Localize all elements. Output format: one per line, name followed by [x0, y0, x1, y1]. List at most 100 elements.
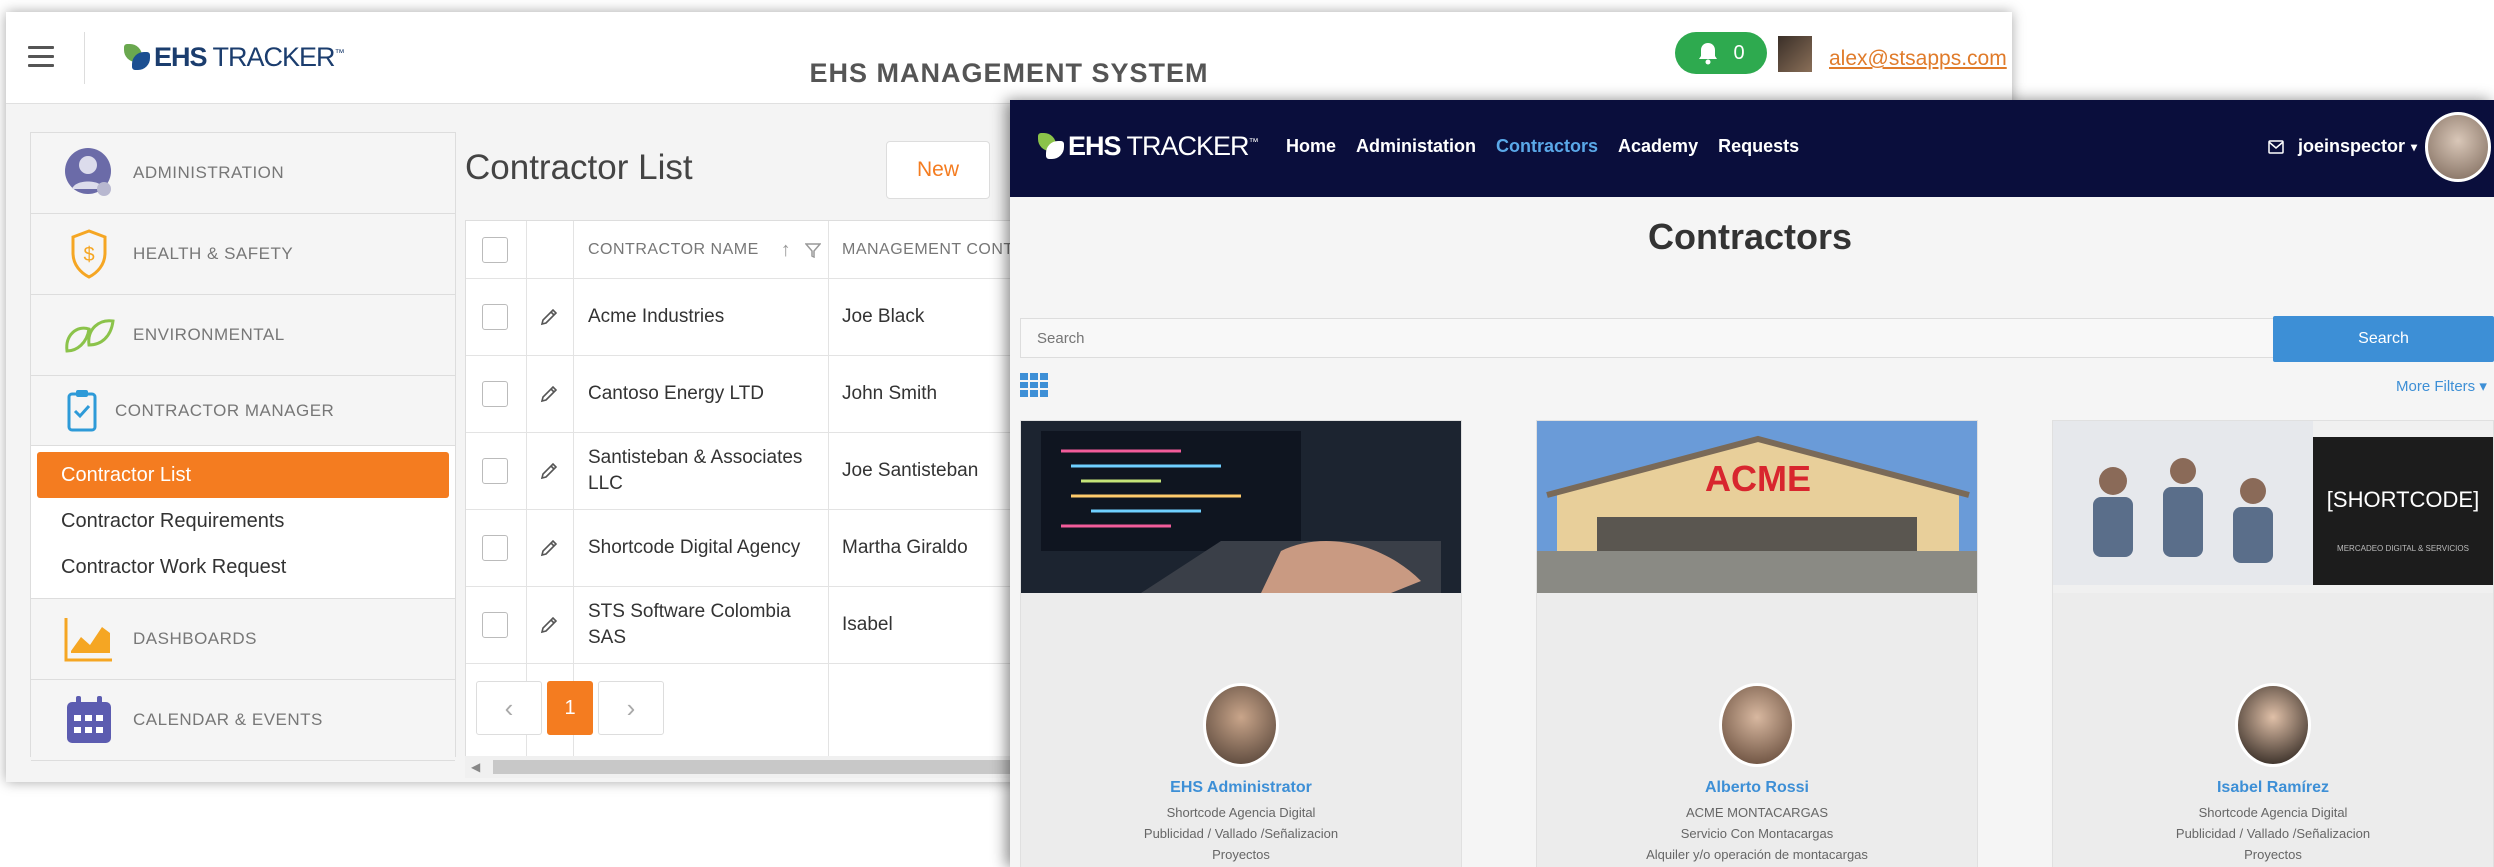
- sidebar-section-environmental[interactable]: ENVIRONMENTAL: [31, 295, 455, 376]
- next-page-button[interactable]: ›: [598, 681, 664, 735]
- nav-contractors[interactable]: Contractors: [1496, 136, 1598, 157]
- logo-tm: ™: [1248, 137, 1259, 148]
- card-banner-image: [SHORTCODE] MERCADEO DIGITAL & SERVICIOS: [2053, 421, 2493, 593]
- edit-pencil-icon[interactable]: [539, 279, 559, 355]
- contractor-name-cell: Acme Industries: [588, 279, 808, 355]
- sidebar-section-label: CALENDAR & EVENTS: [133, 710, 323, 729]
- card-banner-image: ACME: [1537, 421, 1977, 593]
- management-contact-cell: John Smith: [842, 356, 937, 432]
- contractor-card-line: Proyectos: [2244, 847, 2302, 862]
- select-all-cell: [482, 221, 508, 278]
- sort-ascending-icon[interactable]: ↑: [781, 237, 792, 263]
- sidebar-section-administration[interactable]: ADMINISTRATION: [31, 133, 455, 214]
- row-checkbox[interactable]: [482, 612, 508, 638]
- management-contact: Martha Giraldo: [842, 537, 968, 558]
- sidebar-item-contractor-requirements[interactable]: Contractor Requirements: [37, 498, 449, 544]
- row-checkbox[interactable]: [482, 458, 508, 484]
- mail-icon[interactable]: [2268, 139, 2284, 154]
- filter-icon[interactable]: [805, 242, 822, 258]
- nav-home[interactable]: Home: [1286, 136, 1336, 157]
- contractor-card-line: Shortcode Agencia Digital: [1166, 805, 1316, 820]
- contractor-card-name[interactable]: EHS Administrator: [1021, 779, 1461, 797]
- user-avatar[interactable]: [1778, 36, 1812, 72]
- sidebar-section-health-safety[interactable]: $ HEALTH & SAFETY: [31, 214, 455, 295]
- leaf-icon: [63, 309, 115, 361]
- edit-pencil-icon[interactable]: [539, 356, 559, 432]
- contractor-card-line: ACME MONTACARGAS: [1685, 805, 1829, 820]
- row-checkbox[interactable]: [482, 535, 508, 561]
- top-header: EHS TRACKER™ EHS MANAGEMENT SYSTEM 0 ale…: [6, 12, 2012, 104]
- chart-icon: [63, 613, 115, 665]
- row-checkbox-cell: [482, 433, 508, 509]
- acme-banner-text: ACME: [1705, 458, 1811, 499]
- shortcode-banner-text: [SHORTCODE]: [2327, 487, 2479, 512]
- sidebar-section-label: HEALTH & SAFETY: [133, 244, 294, 263]
- contractor-avatar: [2235, 683, 2311, 767]
- sidebar-section-label: ENVIRONMENTAL: [133, 325, 285, 344]
- grid-view-icon[interactable]: [1020, 373, 1048, 397]
- sidebar-item-contractor-list[interactable]: Contractor List: [37, 452, 449, 498]
- contractor-card-name[interactable]: Alberto Rossi: [1537, 779, 1977, 797]
- nav-requests[interactable]: Requests: [1718, 136, 1799, 157]
- select-all-checkbox[interactable]: [482, 236, 508, 263]
- nav-academy[interactable]: Academy: [1618, 136, 1698, 157]
- row-checkbox-cell: [482, 279, 508, 355]
- page-title: Contractor List: [465, 148, 693, 187]
- logo-bold: EHS: [1068, 131, 1122, 161]
- top-navbar: EHS TRACKER™ Home Administation Contract…: [1010, 100, 2494, 197]
- edit-pencil-icon[interactable]: [539, 433, 559, 509]
- search-input[interactable]: [1020, 318, 2274, 358]
- row-checkbox[interactable]: [482, 381, 508, 407]
- contractor-name-cell: Cantoso Energy LTD: [588, 356, 808, 432]
- main-content: Contractor List New CONTRACTOR NAME ↑ MA…: [459, 108, 1465, 782]
- prev-page-button[interactable]: ‹: [476, 681, 542, 735]
- admin-user-icon: [63, 147, 115, 199]
- contractor-card[interactable]: EHS Administrator Shortcode Agencia Digi…: [1020, 420, 1462, 867]
- management-contact: Joe Santisteban: [842, 460, 979, 481]
- column-header-contractor-name[interactable]: CONTRACTOR NAME ↑: [588, 221, 822, 278]
- edit-pencil-icon[interactable]: [539, 587, 559, 663]
- management-contact: John Smith: [842, 383, 938, 404]
- sidebar-section-calendar-events[interactable]: CALENDAR & EVENTS: [31, 680, 455, 761]
- sidebar-item-contractor-work-request[interactable]: Contractor Work Request: [37, 544, 449, 590]
- contractor-card-name[interactable]: Isabel Ramírez: [2053, 779, 2493, 797]
- scroll-left-arrow-icon[interactable]: ◀: [471, 760, 480, 774]
- sidebar-section-contractor-manager[interactable]: CONTRACTOR MANAGER: [31, 376, 455, 446]
- user-email-link[interactable]: alex@stsapps.com: [1829, 47, 2007, 71]
- logo-rest: TRACKER: [1120, 131, 1250, 161]
- nav-administation[interactable]: Administation: [1356, 136, 1476, 157]
- contractor-name: Santisteban & Associates LLC: [588, 447, 803, 494]
- pagination: ‹ 1 ›: [476, 681, 664, 735]
- logo-mark-icon: [1038, 132, 1064, 161]
- contractor-name: Shortcode Digital Agency: [588, 537, 801, 558]
- contractor-manager-submenu: Contractor List Contractor Requirements …: [31, 446, 455, 599]
- sidebar-section-dashboards[interactable]: DASHBOARDS: [31, 599, 455, 680]
- contractor-avatar: [1203, 683, 1279, 767]
- contractor-card-line: Proyectos: [1212, 847, 1270, 862]
- search-button[interactable]: Search: [2273, 316, 2494, 362]
- sidebar-section-label: CONTRACTOR MANAGER: [115, 400, 335, 420]
- contractor-card[interactable]: [SHORTCODE] MERCADEO DIGITAL & SERVICIOS …: [2052, 420, 2494, 867]
- more-filters-link[interactable]: More Filters ▾: [2396, 377, 2487, 395]
- user-avatar[interactable]: [2425, 112, 2491, 182]
- contractor-card[interactable]: ACME Alberto Rossi ACME MONTACARGAS Serv…: [1536, 420, 1978, 867]
- page-1-button[interactable]: 1: [547, 681, 593, 735]
- contractor-card-line: Publicidad / Vallado /Señalizacion: [1143, 826, 1339, 841]
- notification-count: 0: [1733, 41, 1745, 64]
- sidebar-section-label: DASHBOARDS: [133, 629, 258, 648]
- new-contractor-button[interactable]: New: [886, 141, 990, 199]
- contractor-card-line: Shortcode Agencia Digital: [2198, 805, 2348, 820]
- username: joeinspector: [2298, 136, 2406, 156]
- row-checkbox-cell: [482, 587, 508, 663]
- contractor-card-line: Publicidad / Vallado /Señalizacion: [2175, 826, 2371, 841]
- edit-pencil-icon[interactable]: [539, 510, 559, 586]
- contractor-name: STS Software Colombia SAS: [588, 601, 791, 648]
- management-contact: Isabel: [842, 614, 893, 635]
- row-checkbox[interactable]: [482, 304, 508, 330]
- contractors-portal-window: EHS TRACKER™ Home Administation Contract…: [1010, 100, 2494, 867]
- user-menu[interactable]: joeinspector ▾: [2268, 136, 2417, 157]
- notifications-button[interactable]: 0: [1675, 32, 1767, 74]
- contractor-avatar: [1719, 683, 1795, 767]
- ehs-tracker-logo[interactable]: EHS TRACKER™: [1038, 131, 1259, 162]
- contractor-name-cell: STS Software Colombia SAS: [588, 587, 808, 663]
